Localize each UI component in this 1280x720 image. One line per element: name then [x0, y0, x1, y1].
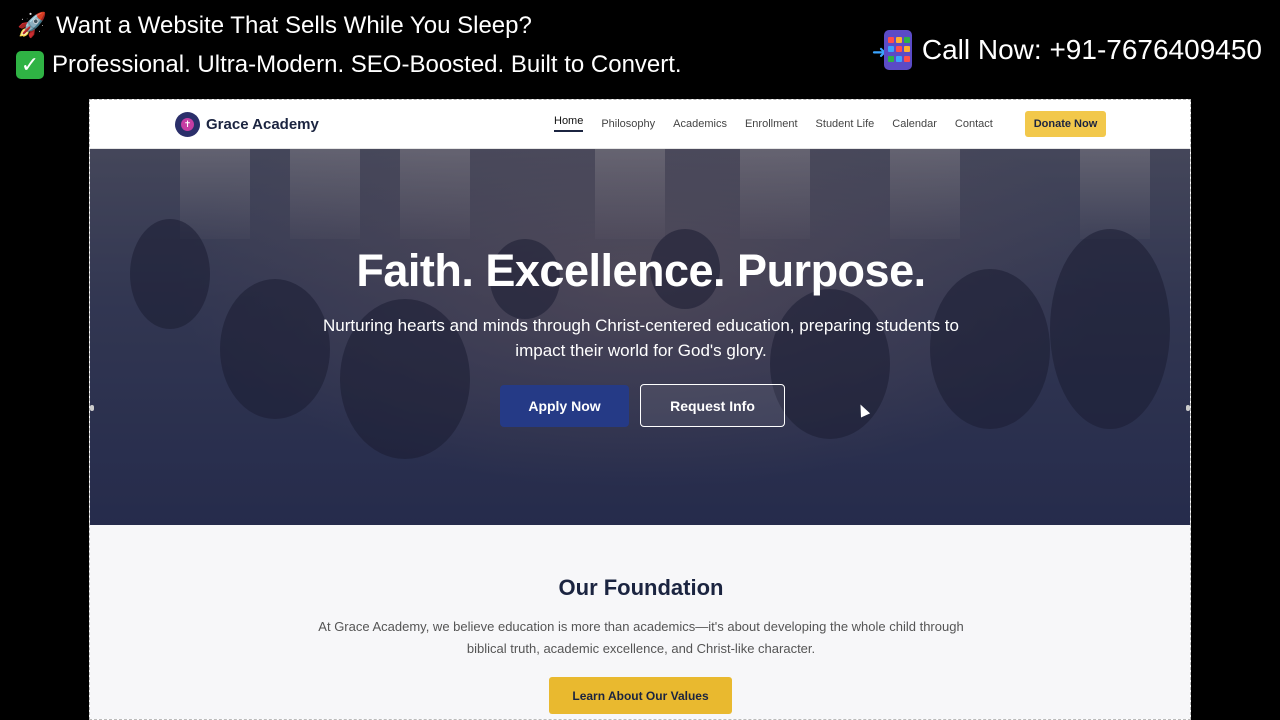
foundation-section: Our Foundation At Grace Academy, we beli…	[90, 525, 1190, 719]
brand[interactable]: ✝ Grace Academy	[175, 112, 319, 137]
nav-calendar[interactable]: Calendar	[892, 118, 937, 130]
checkmark-icon: ✓	[16, 51, 44, 79]
learn-values-button[interactable]: Learn About Our Values	[549, 677, 732, 714]
call-number: Call Now: +91-7676409450	[921, 34, 1262, 65]
cross-logo-icon: ✝	[175, 112, 200, 137]
section-title: Our Foundation	[558, 575, 724, 600]
rocket-icon: 🚀	[17, 12, 47, 39]
request-info-button[interactable]: Request Info	[640, 384, 785, 427]
hero-subtitle: Nurturing hearts and minds through Chris…	[323, 316, 959, 360]
promo-subline: Professional. Ultra-Modern. SEO-Boosted.…	[52, 51, 682, 78]
nav-links: Home Philosophy Academics Enrollment Stu…	[554, 115, 1011, 132]
nav-academics[interactable]: Academics	[673, 118, 727, 130]
phone-icon: ➜	[872, 30, 916, 70]
promo-line-2: ✓ Professional. Ultra-Modern. SEO-Booste…	[16, 50, 682, 80]
promo-headline: Want a Website That Sells While You Slee…	[56, 12, 532, 39]
hero-title: Faith. Excellence. Purpose.	[356, 245, 926, 296]
nav-home[interactable]: Home	[554, 115, 584, 132]
website-preview: ✝ Grace Academy Home Philosophy Academic…	[89, 99, 1191, 720]
nav-contact[interactable]: Contact	[955, 118, 993, 130]
promo-line-1: 🚀 Want a Website That Sells While You Sl…	[16, 11, 532, 41]
apply-now-button[interactable]: Apply Now	[500, 385, 629, 427]
resize-handle-right[interactable]	[1186, 405, 1190, 411]
resize-handle-left[interactable]	[90, 405, 94, 411]
site-navbar: ✝ Grace Academy Home Philosophy Academic…	[90, 100, 1190, 149]
call-now[interactable]: ➜ Call Now: +91-7676409450	[872, 30, 1262, 70]
hero-section: Faith. Excellence. Purpose. Nurturing he…	[90, 149, 1190, 525]
promo-banner: 🚀 Want a Website That Sells While You Sl…	[0, 0, 1280, 98]
nav-student-life[interactable]: Student Life	[816, 118, 875, 130]
donate-button[interactable]: Donate Now	[1025, 111, 1106, 137]
nav-enrollment[interactable]: Enrollment	[745, 118, 798, 130]
section-text: At Grace Academy, we believe education i…	[318, 619, 964, 656]
nav-philosophy[interactable]: Philosophy	[601, 118, 655, 130]
brand-name: Grace Academy	[206, 116, 319, 133]
